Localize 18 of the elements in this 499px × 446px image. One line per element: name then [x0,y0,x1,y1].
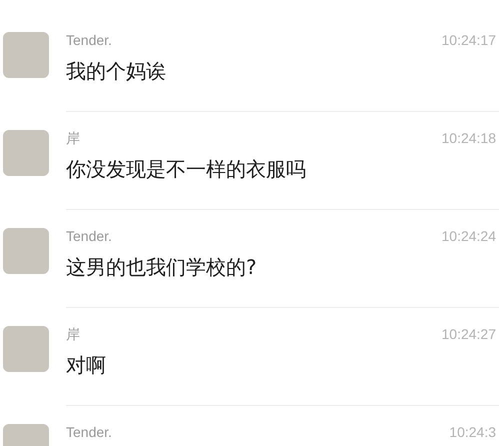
sender-name: Tender. [66,32,112,48]
message-time: 10:24:3 [449,424,496,440]
message-text: 对啊 [66,352,107,378]
avatar-photo-placeholder [3,130,49,176]
message-text: 你没发现是不一样的衣服吗 [66,156,307,182]
avatar-photo-placeholder [3,228,49,274]
message-time: 10:24:24 [442,228,496,244]
message-text: 我的个妈诶 [66,58,167,84]
message-time: 10:24:17 [442,32,496,48]
sender-name: Tender. [66,424,112,440]
sender-name: Tender. [66,228,112,244]
message-text: 这男的也我们学校的? [66,254,258,280]
avatar-photo-placeholder [3,32,49,78]
sender-name: 岸 [66,130,80,146]
sender-name: 岸 [66,326,80,342]
message-time: 10:24:27 [442,326,496,342]
avatar-photo-placeholder [3,326,49,372]
message-time: 10:24:18 [442,130,496,146]
